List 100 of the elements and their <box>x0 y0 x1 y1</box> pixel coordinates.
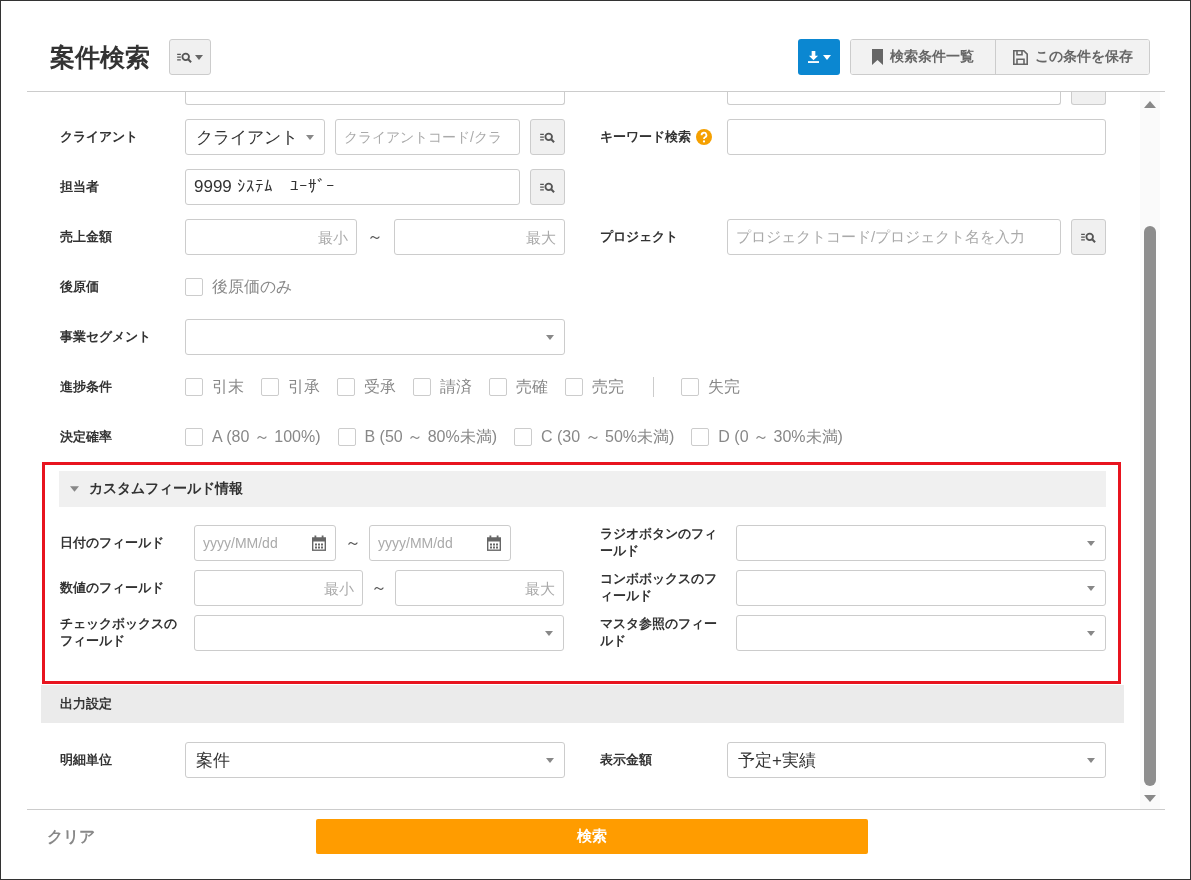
checkbox-label: 失完 <box>708 376 740 397</box>
checkbox-label: A (80 ～ 100%) <box>212 426 321 447</box>
checkbox[interactable] <box>337 428 356 446</box>
help-icon[interactable] <box>696 129 712 145</box>
caret-icon <box>1087 585 1095 591</box>
dropdown[interactable] <box>185 319 565 355</box>
checkbox[interactable] <box>489 378 507 396</box>
checkbox-label: 売完 <box>592 376 624 397</box>
checkbox-label: 引末 <box>212 376 244 397</box>
field-label: クライアント <box>60 128 138 146</box>
field-label: キーワード検索 <box>600 128 691 146</box>
checkbox-label: 請済 <box>440 376 472 397</box>
input-field[interactable] <box>727 119 1106 155</box>
scrollbar[interactable] <box>1140 92 1160 809</box>
search-button[interactable] <box>530 169 565 205</box>
field-label: 進捗条件 <box>60 378 112 396</box>
caret-icon <box>546 757 554 763</box>
field-label: 表示金額 <box>600 751 652 769</box>
download-button[interactable] <box>798 39 840 75</box>
download-icon <box>807 51 819 63</box>
field-label: プロジェクト <box>600 228 678 246</box>
list-search-icon <box>177 51 192 63</box>
field-label: 日付のフィールド <box>60 534 164 552</box>
dropdown[interactable]: 予定+実績 <box>727 742 1106 778</box>
input-field[interactable]: 最大 <box>395 570 564 606</box>
list-search-icon <box>540 131 555 143</box>
checkbox[interactable] <box>413 378 431 396</box>
checkbox[interactable] <box>185 428 203 446</box>
section-title: 出力設定 <box>60 695 112 713</box>
section-header[interactable]: カスタムフィールド情報 <box>59 471 1106 507</box>
list-search-icon <box>540 181 555 193</box>
caret-icon <box>1087 630 1095 636</box>
date-field[interactable]: yyyy/MM/dd <box>369 525 511 561</box>
range-separator: ～ <box>366 226 384 247</box>
field-label: 後原価 <box>60 278 99 296</box>
caret-icon <box>822 54 831 60</box>
input-field[interactable] <box>185 92 565 105</box>
field-label: 売上金額 <box>60 228 112 246</box>
checkbox-label: 後原価のみ <box>212 276 292 297</box>
input-field[interactable]: 9999 ｼｽﾃﾑ ﾕｰｻﾞｰ <box>185 169 520 205</box>
range-separator: ～ <box>343 532 362 553</box>
dropdown[interactable] <box>736 570 1106 606</box>
dropdown[interactable]: 案件 <box>185 742 565 778</box>
checkbox[interactable] <box>681 378 699 396</box>
field-label: 明細単位 <box>60 751 112 769</box>
checkbox[interactable] <box>261 378 279 396</box>
list-search-icon <box>1081 231 1096 243</box>
clear-link[interactable]: クリア <box>47 819 95 854</box>
calendar-icon[interactable] <box>311 535 327 551</box>
input-field[interactable] <box>727 92 1061 105</box>
saved-conditions-button[interactable]: 検索条件一覧 <box>851 40 995 74</box>
bookmark-icon <box>872 49 883 65</box>
dropdown[interactable] <box>736 615 1106 651</box>
range-separator: ～ <box>370 577 388 598</box>
page-title: 案件検索 <box>50 42 150 73</box>
input-field[interactable]: 最小 <box>185 219 357 255</box>
checkbox[interactable] <box>691 428 710 446</box>
field-label: ラジオボタンのフィールド <box>600 526 718 560</box>
dropdown[interactable]: クライアント <box>185 119 325 155</box>
caret-icon <box>195 54 203 60</box>
field-label: マスタ参照のフィールド <box>600 616 718 650</box>
checkbox-label: C (30 ～ 50%未満) <box>541 426 675 447</box>
checkbox-label: B (50 ～ 80%未満) <box>364 426 497 447</box>
input-field[interactable]: クライアントコード/クラ <box>335 119 520 155</box>
checkbox-label: 売確 <box>516 376 548 397</box>
field-label: コンボボックスのフィールド <box>600 571 718 605</box>
caret-icon <box>545 630 553 636</box>
caret-icon <box>306 134 314 140</box>
dropdown[interactable] <box>194 615 564 651</box>
date-field[interactable]: yyyy/MM/dd <box>194 525 336 561</box>
caret-icon <box>1087 757 1095 763</box>
field-label: 担当者 <box>60 178 99 196</box>
dropdown[interactable] <box>736 525 1106 561</box>
caret-icon[interactable] <box>70 486 79 492</box>
save-conditions-button[interactable]: この条件を保存 <box>995 40 1149 74</box>
scroll-up-icon[interactable] <box>1144 101 1156 108</box>
section-title: カスタムフィールド情報 <box>89 480 243 498</box>
input-field[interactable]: プロジェクトコード/プロジェクト名を入力 <box>727 219 1061 255</box>
caret-icon <box>1087 540 1095 546</box>
search-button[interactable] <box>530 119 565 155</box>
field-label: 事業セグメント <box>60 328 151 346</box>
checkbox[interactable] <box>565 378 583 396</box>
field-label: チェックボックスのフィールド <box>60 616 178 650</box>
checkbox[interactable] <box>185 378 203 396</box>
search-options-button[interactable] <box>169 39 211 75</box>
input-field[interactable]: 最小 <box>194 570 363 606</box>
checkbox[interactable] <box>514 428 532 446</box>
checkbox-label: 引承 <box>288 376 320 397</box>
field-label: 決定確率 <box>60 428 112 446</box>
scrollbar-thumb[interactable] <box>1144 226 1156 786</box>
checkbox[interactable] <box>185 278 203 296</box>
caret-icon <box>546 334 554 340</box>
field-label: 数値のフィールド <box>60 579 164 597</box>
input-field[interactable]: 最大 <box>393 219 565 255</box>
checkbox-label: D (0 ～ 30%未満) <box>718 426 843 447</box>
checkbox[interactable] <box>337 378 355 396</box>
scroll-down-icon[interactable] <box>1144 795 1156 802</box>
calendar-icon[interactable] <box>486 535 502 551</box>
search-button[interactable] <box>1071 219 1106 255</box>
checkbox-label: 受承 <box>364 376 396 397</box>
